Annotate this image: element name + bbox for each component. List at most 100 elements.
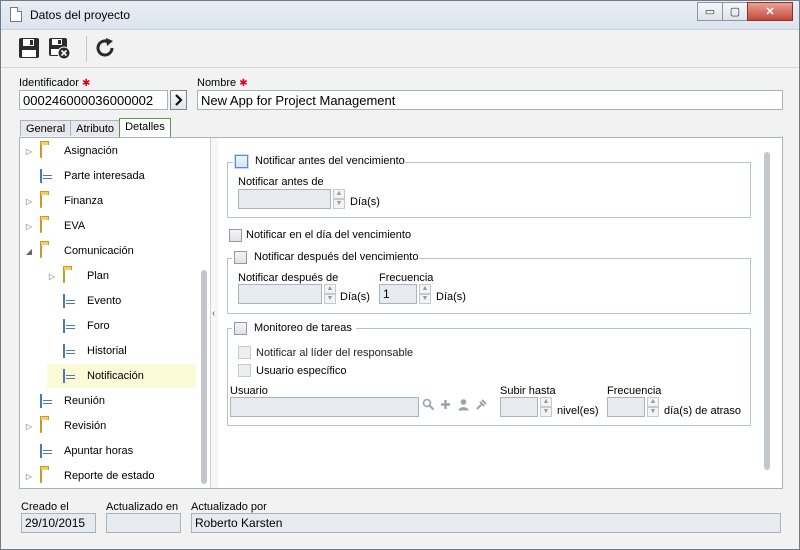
despues-frecuencia-label: Frecuencia — [379, 272, 434, 284]
search-icon[interactable] — [421, 398, 436, 415]
spin-up-icon[interactable]: ▲ — [647, 397, 659, 407]
spin-down-icon[interactable]: ▼ — [324, 294, 336, 304]
tree-item-parte-interesada[interactable]: Parte interesada — [24, 164, 210, 188]
user-icon[interactable] — [456, 398, 471, 415]
despues-frecuencia-unit: Día(s) — [436, 291, 466, 303]
identificador-field[interactable]: 000246000036000002 — [19, 90, 168, 110]
chevron-right-icon — [175, 94, 183, 106]
tab-detalles[interactable]: Detalles — [119, 118, 171, 137]
monitoreo-header: Monitoreo de tareas — [232, 320, 356, 336]
expand-icon[interactable]: ▷ — [24, 222, 34, 231]
title-bar: Datos del proyecto ▭ ▢ ✕ — [1, 1, 799, 30]
folder-icon — [40, 144, 56, 158]
close-button[interactable]: ✕ — [747, 2, 793, 21]
subir-hasta-field[interactable] — [500, 397, 538, 417]
monitoreo-frecuencia-field[interactable] — [607, 397, 645, 417]
nombre-field[interactable]: New App for Project Management — [197, 90, 783, 110]
folder-icon — [40, 419, 56, 433]
notificar-antes-checkbox[interactable] — [235, 155, 248, 168]
expand-icon[interactable]: ▷ — [24, 147, 34, 156]
tree-item-label: EVA — [64, 220, 86, 232]
usuario-especifico-checkbox[interactable] — [238, 364, 251, 377]
details-scrollbar[interactable] — [764, 152, 770, 470]
toolbar — [1, 30, 799, 68]
notificar-en-dia-checkbox[interactable] — [229, 229, 242, 242]
actualizado-label: Actualizado en — [106, 501, 179, 513]
notificar-despues-spinner[interactable]: ▲ ▼ — [324, 284, 336, 304]
panel-splitter[interactable]: ‹ — [210, 138, 218, 488]
tab-general[interactable]: General — [20, 120, 72, 136]
actualizado-field — [106, 513, 181, 533]
notificar-lider-checkbox[interactable] — [238, 346, 251, 359]
tree-item-evento[interactable]: Evento — [47, 289, 210, 313]
notificar-despues-dias-field[interactable] — [238, 284, 322, 304]
identificador-label: Identificador — [19, 77, 79, 89]
minimize-button[interactable]: ▭ — [697, 2, 723, 21]
tree-item-comunicacion[interactable]: ◢ Comunicación — [24, 239, 210, 263]
tree-item-finanza[interactable]: ▷ Finanza — [24, 189, 210, 213]
monitoreo-checkbox[interactable] — [234, 322, 247, 335]
subir-hasta-unit: nivel(es) — [557, 405, 599, 417]
actualizado-por-label: Actualizado por — [191, 501, 267, 513]
spin-up-icon[interactable]: ▲ — [419, 284, 431, 294]
notificar-antes-de-label: Notificar antes de — [238, 176, 324, 188]
usuario-label: Usuario — [230, 385, 268, 397]
tree-item-reunion[interactable]: Reunión — [24, 389, 210, 413]
notificar-despues-checkbox[interactable] — [234, 251, 247, 264]
collapse-icon[interactable]: ◢ — [24, 247, 34, 256]
usuario-field[interactable] — [230, 397, 419, 417]
notificar-despues-label: Notificar después del vencimiento — [254, 251, 419, 263]
document-icon — [10, 7, 22, 22]
clear-icon[interactable] — [474, 398, 489, 415]
form-icon — [40, 444, 56, 458]
tree-item-apuntar-horas[interactable]: Apuntar horas — [24, 439, 210, 463]
expand-icon[interactable]: ▷ — [24, 472, 34, 481]
monitoreo-frecuencia-spinner[interactable]: ▲ ▼ — [647, 397, 659, 417]
tree-scrollbar[interactable] — [201, 270, 207, 484]
notification-settings: Notificar antes del vencimiento Notifica… — [219, 138, 782, 488]
notificar-antes-spinner[interactable]: ▲ ▼ — [333, 189, 345, 209]
expand-icon[interactable]: ▷ — [24, 422, 34, 431]
folder-icon — [40, 469, 56, 483]
tree-item-historial[interactable]: Historial — [47, 339, 210, 363]
tree-item-eva[interactable]: ▷ EVA — [24, 214, 210, 238]
notificar-despues-header: Notificar después del vencimiento — [232, 249, 419, 265]
spin-up-icon[interactable]: ▲ — [540, 397, 552, 407]
save-and-close-button[interactable] — [47, 36, 71, 60]
subir-hasta-spinner[interactable]: ▲ ▼ — [540, 397, 552, 417]
tree-item-plan[interactable]: ▷ Plan — [47, 264, 210, 288]
folder-icon — [63, 269, 79, 283]
notificar-despues-unit: Día(s) — [340, 291, 370, 303]
tree-item-asignacion[interactable]: ▷ Asignación — [24, 139, 210, 163]
spin-down-icon[interactable]: ▼ — [540, 407, 552, 417]
tree-item-label: Reunión — [64, 395, 105, 407]
spin-down-icon[interactable]: ▼ — [419, 294, 431, 304]
form-icon — [63, 344, 79, 358]
details-panel: ▷ Asignación Parte interesada ▷ Finanza … — [19, 137, 783, 489]
spin-down-icon[interactable]: ▼ — [647, 407, 659, 417]
expand-icon[interactable]: ▷ — [24, 197, 34, 206]
spin-down-icon[interactable]: ▼ — [333, 199, 345, 209]
notificar-antes-dias-field[interactable] — [238, 189, 331, 209]
tree-item-notificacion[interactable]: Notificación — [47, 364, 196, 388]
despues-frecuencia-field[interactable]: 1 — [379, 284, 417, 304]
add-icon[interactable] — [438, 398, 453, 415]
refresh-button[interactable] — [93, 36, 117, 60]
spin-up-icon[interactable]: ▲ — [333, 189, 345, 199]
despues-frecuencia-spinner[interactable]: ▲ ▼ — [419, 284, 431, 304]
tree-item-label: Finanza — [64, 195, 104, 207]
toolbar-separator — [86, 36, 87, 62]
save-button[interactable] — [17, 36, 41, 60]
tree-item-revision[interactable]: ▷ Revisión — [24, 414, 210, 438]
subir-hasta-label: Subir hasta — [500, 385, 556, 397]
expand-icon[interactable]: ▷ — [47, 272, 57, 281]
spin-up-icon[interactable]: ▲ — [324, 284, 336, 294]
form-icon — [40, 394, 56, 408]
collapse-left-icon[interactable]: ‹ — [212, 308, 215, 319]
identificador-next-button[interactable] — [170, 90, 187, 110]
tab-atributo[interactable]: Atributo — [70, 120, 121, 136]
tree-item-reporte-de-estado[interactable]: ▷ Reporte de estado — [24, 464, 210, 488]
tree-item-foro[interactable]: Foro — [47, 314, 210, 338]
maximize-button[interactable]: ▢ — [722, 2, 748, 21]
form-icon — [40, 169, 56, 183]
